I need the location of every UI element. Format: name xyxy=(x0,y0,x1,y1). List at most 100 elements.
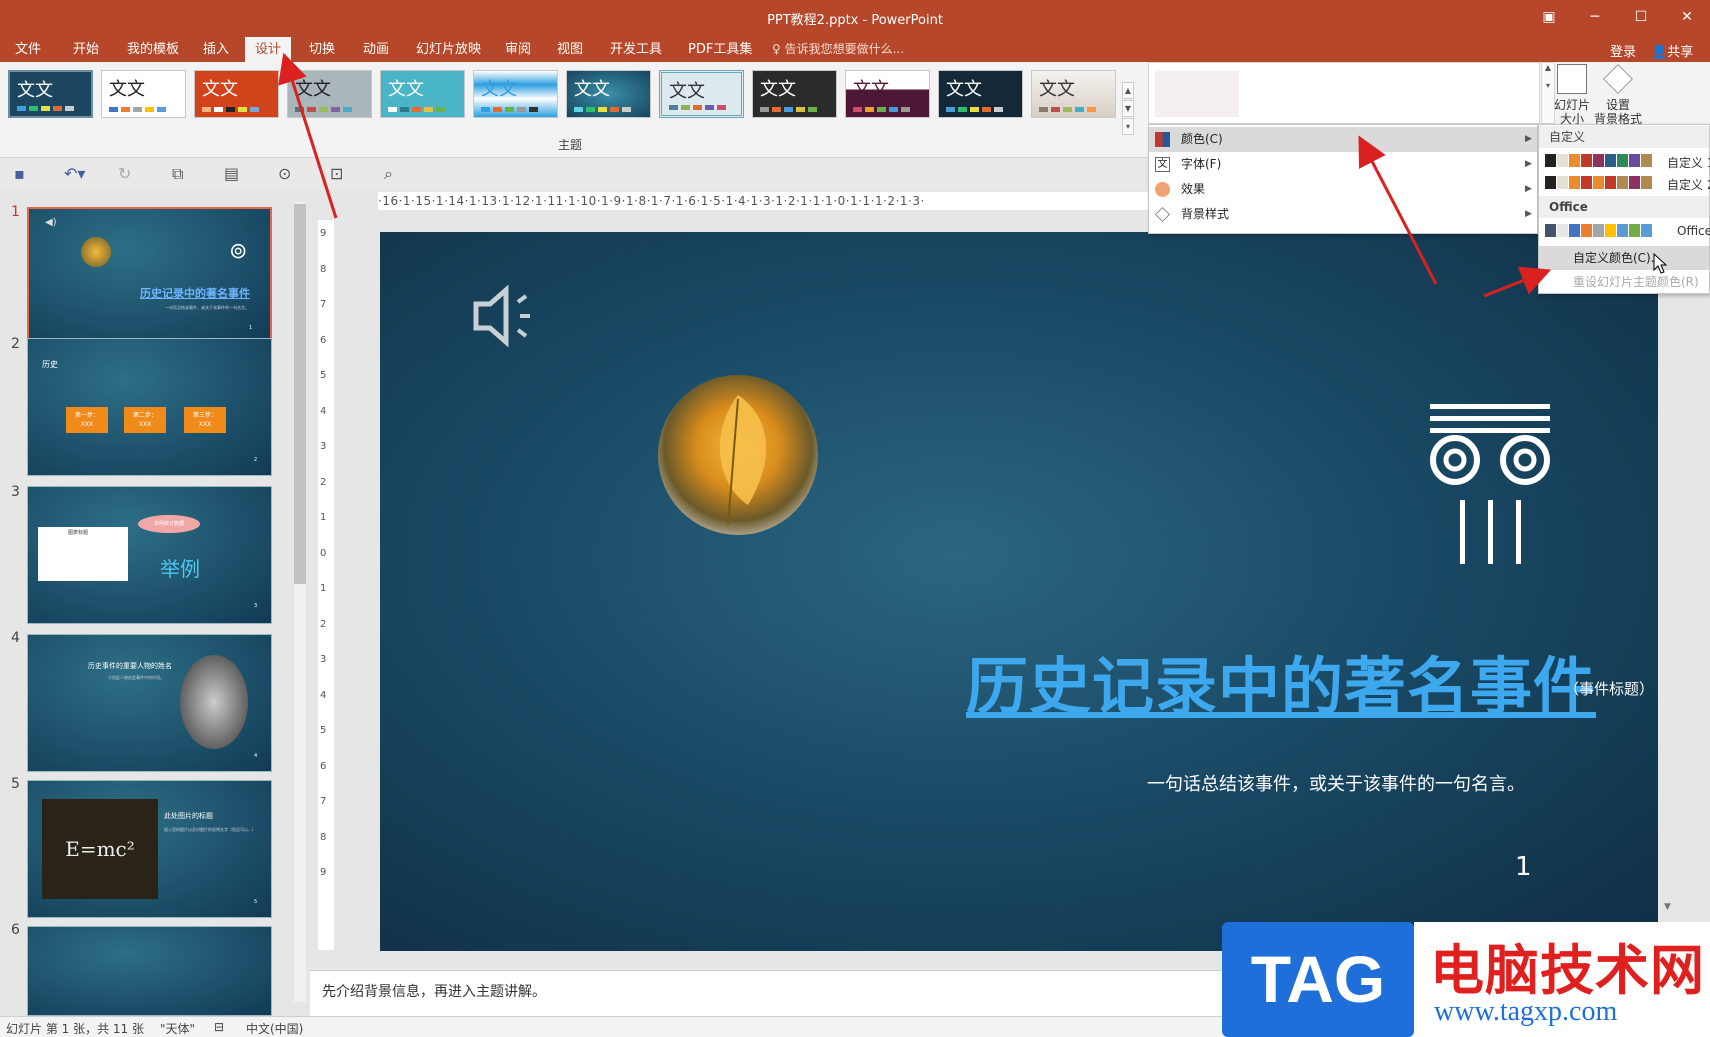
background-styles-icon xyxy=(1155,207,1170,222)
share-button[interactable]: 👤共享 xyxy=(1651,41,1693,60)
theme-thumb[interactable]: 文文 xyxy=(101,70,186,118)
tab-insert[interactable]: 插入 xyxy=(193,37,239,62)
minimize-button[interactable]: ─ xyxy=(1572,4,1618,30)
status-language[interactable]: 中文(中国) xyxy=(246,1020,303,1037)
slide-thumb-4[interactable]: 历史事件的重要人物的姓名 介绍此人物在此事件中的作用。 4 xyxy=(27,634,272,772)
tab-file[interactable]: 文件 xyxy=(5,37,51,62)
leaf-image[interactable] xyxy=(658,375,818,535)
lightbulb-icon: ♀ xyxy=(772,42,785,56)
fonts-icon: 文 xyxy=(1155,157,1170,172)
menu-item-colors[interactable]: 颜色(C) ▶ xyxy=(1149,127,1537,152)
tab-my-templates[interactable]: 我的模板 xyxy=(117,37,189,62)
main-slide[interactable]: 历史记录中的著名事件 （事件标题） 一句话总结该事件，或关于该事件的一句名言。 … xyxy=(380,232,1658,951)
text-box-icon[interactable]: ▤ xyxy=(224,164,239,183)
ruler-tick: 9 xyxy=(320,867,327,878)
maximize-button[interactable]: ☐ xyxy=(1618,4,1664,30)
thumb-num: 4 xyxy=(254,753,258,759)
undo-icon[interactable]: ↶▾ xyxy=(64,164,85,183)
menu-item-effects[interactable]: 效果 ▶ xyxy=(1149,177,1537,202)
slide-size-button[interactable]: 幻灯片 大小 xyxy=(1548,64,1596,126)
theme-thumb[interactable]: 文文 xyxy=(845,70,930,118)
tab-design[interactable]: 设计 xyxy=(245,37,292,62)
step-box: 第一步： XXX xyxy=(66,407,108,433)
color-scheme-office[interactable]: Office xyxy=(1545,221,1710,241)
submenu-arrow-icon: ▶ xyxy=(1525,209,1532,219)
watermark-tag: TAG xyxy=(1222,922,1414,1037)
ruler-tick: 6 xyxy=(320,334,327,346)
submenu-arrow-icon: ▶ xyxy=(1525,184,1532,194)
tab-review[interactable]: 审阅 xyxy=(495,37,541,62)
slide-thumb-2[interactable]: 历史 第一步： XXX 第二步： XXX 第三步： XXX 2 xyxy=(27,338,272,476)
ribbon-display-icon[interactable]: ▣ xyxy=(1526,4,1572,30)
tab-slideshow[interactable]: 幻灯片放映 xyxy=(406,37,491,62)
save-icon[interactable]: ▪ xyxy=(14,164,25,183)
gallery-up-button[interactable]: ▲ xyxy=(1122,82,1134,99)
theme-thumb[interactable]: 文文 xyxy=(752,70,837,118)
thumb-num: 3 xyxy=(254,603,258,609)
present-icon[interactable]: ⊡ xyxy=(330,164,343,183)
thumb-big: 举例 xyxy=(160,557,200,581)
slide-number: 2 xyxy=(11,336,20,352)
tab-pdf-tools[interactable]: PDF工具集 xyxy=(678,37,762,62)
slideshow-icon[interactable]: ⊙ xyxy=(278,164,291,183)
theme-thumb[interactable]: 文文 xyxy=(380,70,465,118)
format-background-icon xyxy=(1603,64,1633,94)
gallery-more-button[interactable]: ▾ xyxy=(1122,118,1134,135)
format-background-label: 设置 背景格式 xyxy=(1594,98,1643,126)
tab-developer[interactable]: 开发工具 xyxy=(600,37,672,62)
share-label: 共享 xyxy=(1667,45,1694,60)
tab-animations[interactable]: 动画 xyxy=(353,37,399,62)
speaker-icon[interactable] xyxy=(472,282,542,352)
slide-thumb-3[interactable]: 图表标题 举例统计数据 举例 3 xyxy=(27,486,272,624)
custom-section-header: 自定义 xyxy=(1539,126,1709,148)
scheme-name: Office xyxy=(1677,224,1710,238)
format-background-button[interactable]: 设置 背景格式 xyxy=(1594,64,1642,126)
tab-home[interactable]: 开始 xyxy=(63,37,109,62)
login-link[interactable]: 登录 xyxy=(1610,41,1636,60)
slide-headline[interactable]: 历史记录中的著名事件 xyxy=(966,636,1596,726)
variants-dropdown-menu: 颜色(C) ▶ 文 字体(F) ▶ 效果 ▶ 背景样式 ▶ xyxy=(1148,124,1538,234)
thumb-sub: 介绍此人物在此事件中的作用。 xyxy=(108,675,164,680)
menu-item-background-styles[interactable]: 背景样式 ▶ xyxy=(1149,202,1537,227)
ruler-tick: 1 xyxy=(320,512,327,523)
theme-thumb[interactable]: 文文 xyxy=(287,70,372,118)
color-scheme-custom2[interactable]: 自定义 2 xyxy=(1545,173,1710,193)
reset-theme-colors-item[interactable]: 重设幻灯片主题颜色(R) xyxy=(1539,270,1709,294)
ruler-tick: 0 xyxy=(320,547,327,559)
customize-colors-item[interactable]: 自定义颜色(C)... xyxy=(1539,246,1709,270)
slide-number-label: 1 xyxy=(1515,852,1532,882)
theme-thumb[interactable]: 文文 xyxy=(194,70,279,118)
spellcheck-icon[interactable]: ⊟ xyxy=(214,1020,224,1034)
gallery-down-button[interactable]: ▼ xyxy=(1122,100,1134,117)
portrait-image xyxy=(180,655,248,749)
theme-thumb[interactable]: 文文 xyxy=(1031,70,1116,118)
tab-transitions[interactable]: 切换 xyxy=(299,37,345,62)
close-button[interactable]: ✕ xyxy=(1664,4,1710,30)
slide-number: 1 xyxy=(11,204,20,220)
theme-thumb[interactable]: 文文 xyxy=(659,70,744,118)
preview-icon[interactable]: ⌕ xyxy=(384,164,393,184)
theme-thumb[interactable]: 文文 xyxy=(8,70,93,118)
pillar-icon xyxy=(1430,404,1550,564)
slide-subtitle[interactable]: 一句话总结该事件，或关于该事件的一句名言。 xyxy=(1147,770,1525,796)
menu-item-fonts[interactable]: 文 字体(F) ▶ xyxy=(1149,152,1537,177)
editor-scrollbar[interactable]: ▼ xyxy=(1662,210,1678,950)
new-slide-icon[interactable]: ⧉ xyxy=(172,164,183,184)
slide-thumb-5[interactable]: E=mc² 此处图片的标题 插入您的图片以及对图片的说明文字（您还可以...） … xyxy=(27,780,272,918)
thumbnail-scrollbar[interactable] xyxy=(292,190,308,1016)
thumb-num: 1 xyxy=(249,325,253,331)
slide-thumb-1[interactable]: ◀) ⊚ 历史记录中的著名事件 一句话总结该事件，或关于该事件的一句名言。 1 xyxy=(27,207,272,345)
thumb-title: 历史记录中的著名事件 xyxy=(140,287,250,300)
theme-thumb[interactable]: 文文 xyxy=(566,70,651,118)
tell-me-box[interactable]: ♀ 告诉我您想要做什么... xyxy=(772,40,904,57)
slide-thumb-6[interactable] xyxy=(27,926,272,1016)
redo-icon[interactable]: ↻ xyxy=(118,164,131,183)
color-scheme-custom1[interactable]: 自定义 1 xyxy=(1545,151,1710,171)
theme-thumb[interactable]: 文文 xyxy=(473,70,558,118)
theme-thumb[interactable]: 文文 xyxy=(938,70,1023,118)
tab-view[interactable]: 视图 xyxy=(547,37,593,62)
variant-thumb[interactable] xyxy=(1155,71,1239,117)
ruler-tick: 4 xyxy=(320,689,327,701)
slide-size-icon xyxy=(1557,64,1587,94)
color-swatches xyxy=(1545,154,1652,167)
